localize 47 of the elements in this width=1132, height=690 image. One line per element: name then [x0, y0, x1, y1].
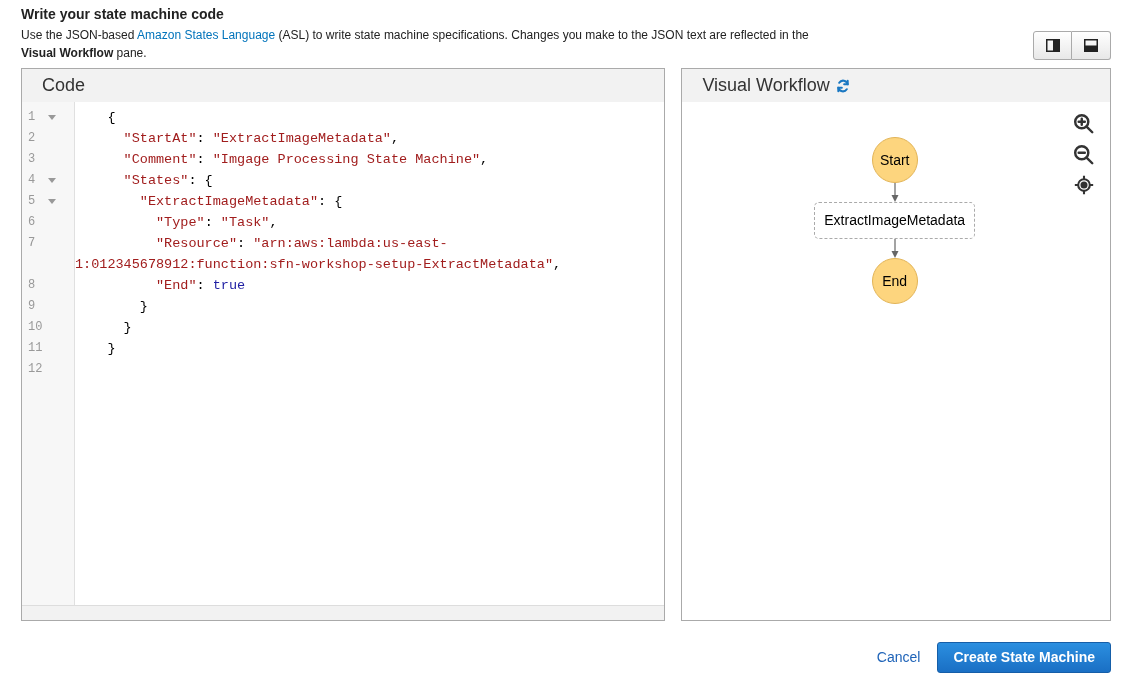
arrow-connector: [890, 183, 899, 202]
code-line: "Resource": "arn:aws:lambda:us-east-1:012345678912:function:sfn-workshop-setup-ExtractMetadata",: [75, 235, 563, 274]
code-line: "States": {: [122, 172, 214, 190]
line-number: 5: [28, 193, 37, 210]
line-number: 7: [28, 235, 37, 252]
horizontal-scrollbar[interactable]: [22, 605, 665, 620]
code-line: "Type": "Task",: [155, 214, 279, 232]
cancel-link[interactable]: Cancel: [876, 647, 921, 668]
state-node: ExtractImageMetadata: [814, 202, 976, 239]
code-line: }: [122, 319, 133, 337]
split-vertical-button[interactable]: [1033, 31, 1072, 60]
code-line: "Comment": "Imgage Processing State Machine",: [122, 151, 490, 169]
fold-caret-icon[interactable]: [48, 199, 56, 204]
line-number: 8: [28, 277, 37, 294]
fold-caret-icon[interactable]: [48, 115, 56, 120]
zoom-in-icon[interactable]: [1073, 113, 1094, 134]
section-description: Use the JSON-based Amazon States Language (ASL) to write state machine specifications. Changes you make to the JSON text are reflected in the Visual Workflow pane.: [21, 27, 810, 62]
split-horizontal-icon: [1084, 39, 1098, 52]
panel-header: Visual Workflow: [702, 74, 830, 97]
fold-caret-icon[interactable]: [48, 178, 56, 183]
arrow-connector: [890, 239, 899, 258]
code-line: }: [138, 298, 149, 316]
panel-header: Code: [22, 69, 665, 102]
code-line: {: [106, 109, 117, 127]
code-line: "ExtractImageMetadata": {: [138, 193, 344, 211]
line-number: 4: [28, 172, 37, 189]
state-node: Start: [871, 137, 918, 183]
line-number: 1: [28, 109, 37, 126]
crosshair-icon[interactable]: [1073, 175, 1094, 195]
code-line: "StartAt": "ExtractImageMetadata",: [122, 130, 401, 148]
code-line: "End": true: [155, 277, 247, 295]
create-state-machine-button[interactable]: Create State Machine: [937, 642, 1111, 673]
line-number: 11: [28, 340, 44, 357]
line-number: 12: [28, 361, 44, 378]
line-number: 10: [28, 319, 44, 336]
state-node: End: [871, 258, 918, 304]
line-number: 2: [28, 130, 37, 147]
line-number: 6: [28, 214, 37, 231]
line-number: 3: [28, 151, 37, 168]
split-vertical-icon: [1045, 39, 1060, 52]
refresh-icon[interactable]: [835, 78, 850, 93]
code-line: }: [106, 340, 117, 358]
zoom-out-icon[interactable]: [1073, 144, 1094, 165]
asl-link[interactable]: Amazon States Language: [137, 28, 276, 42]
section-title: Write your state machine code: [21, 5, 225, 23]
split-horizontal-button[interactable]: [1072, 31, 1111, 60]
line-number: 9: [28, 298, 37, 315]
